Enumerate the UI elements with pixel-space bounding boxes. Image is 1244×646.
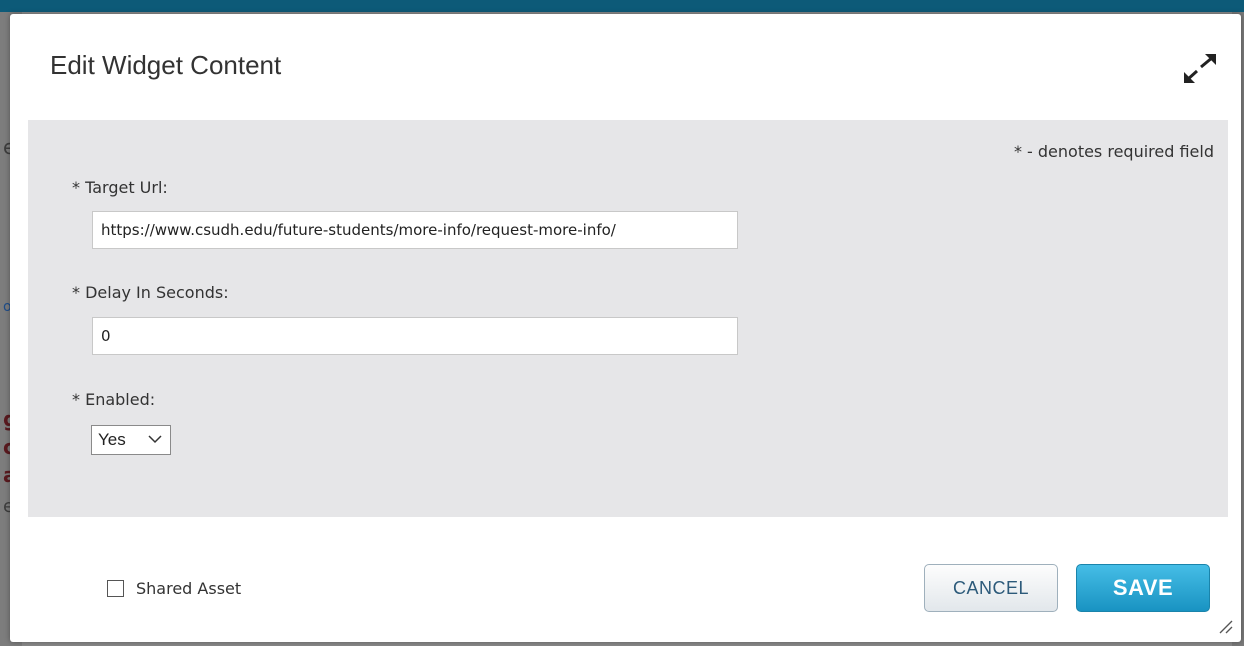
target-url-label: * Target Url: — [72, 178, 168, 197]
expand-icon[interactable] — [1180, 52, 1220, 86]
enabled-select[interactable]: Yes — [91, 425, 171, 455]
shared-asset-checkbox[interactable] — [107, 580, 124, 597]
save-button[interactable]: SAVE — [1076, 564, 1210, 612]
enabled-select-value: Yes — [98, 430, 126, 449]
enabled-label: * Enabled: — [72, 390, 156, 409]
edit-widget-dialog: Edit Widget Content * - denotes required… — [10, 14, 1241, 642]
resize-grip-icon[interactable] — [1216, 617, 1234, 635]
delay-seconds-input[interactable] — [92, 317, 738, 355]
dialog-title: Edit Widget Content — [50, 50, 282, 80]
cancel-button[interactable]: CANCEL — [924, 564, 1058, 612]
delay-label: * Delay In Seconds: — [72, 283, 229, 302]
shared-asset-label: Shared Asset — [136, 579, 242, 598]
form-panel: * - denotes required field * Target Url:… — [28, 120, 1228, 517]
required-field-note: * - denotes required field — [1013, 142, 1214, 161]
chevron-down-icon — [148, 435, 162, 444]
target-url-input[interactable] — [92, 211, 738, 249]
backdrop-header-bar — [0, 0, 1244, 12]
